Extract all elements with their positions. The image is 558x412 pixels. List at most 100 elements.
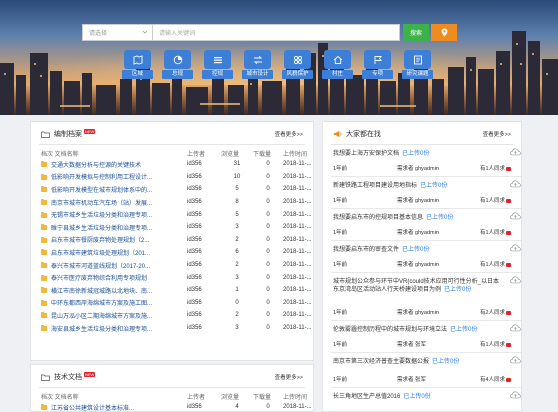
cloud-upload-icon[interactable]: [510, 276, 521, 284]
request-title[interactable]: 我想要启东市的审查文件: [333, 247, 399, 253]
doc-title-cell[interactable]: 泰兴市城市河道蓝线规划（2017-20...: [41, 259, 187, 272]
table-row[interactable]: 无锡市城乡生活垃圾分类和治理专项... id356 5 0 2018-11-...: [41, 208, 323, 221]
same-request-count[interactable]: 有4人同求: [480, 377, 505, 383]
request-item[interactable]: 长三角地区生产总值2016 已上传0份: [331, 388, 521, 412]
cloud-upload-icon[interactable]: [510, 212, 521, 220]
table-row[interactable]: 睢宁县城乡生活垃圾分类和治理专项... id356 3 0 2018-11-...: [41, 221, 323, 234]
doc-title[interactable]: 启东市城市餐厨废弃物处理规划（2...: [51, 238, 149, 244]
doc-title[interactable]: 南京市城市机动车汽车场（站）发展...: [51, 201, 152, 207]
request-item[interactable]: 伦敦雾霾控制历程中的城市规划与环境立法 已上传0份 1年前 需求者 张军 有1人同求: [331, 321, 521, 353]
same-request-count[interactable]: 有1人同求: [480, 262, 505, 268]
table-row[interactable]: 横江市南徐新城冠城路以北地块、南... id356 1 0 2018-11-...: [41, 284, 323, 297]
doc-title-cell[interactable]: 低影响开发模型在城市规划体系中的...: [41, 183, 187, 196]
table-row[interactable]: 泰兴市城市河道蓝线规划（2017-20... id356 2 0 2018-11-...: [41, 259, 323, 272]
view-more-link[interactable]: 查看更多>>: [275, 373, 303, 381]
doc-title[interactable]: 横江市南徐新城冠城路以北地块、南...: [51, 289, 152, 295]
doc-title[interactable]: 昆山万泓小区二期海绵城市方案及施...: [51, 314, 152, 320]
same-request-count[interactable]: 有1人同求: [480, 342, 505, 348]
doc-title-cell[interactable]: 启东市城市建筑垃圾处理规划（201...: [41, 246, 187, 259]
location-button[interactable]: [431, 24, 457, 41]
category-item[interactable]: 区域: [122, 50, 153, 79]
doc-title-cell[interactable]: 交通大数据分析与控源的关键技术: [41, 158, 187, 171]
category-item[interactable]: 专项: [362, 50, 393, 79]
doc-title-cell[interactable]: 南京市城市机动车汽车场（站）发展...: [41, 196, 187, 209]
doc-title-cell[interactable]: 泰兴市医疗废弃物综合利用专项规划: [41, 271, 187, 284]
doc-title[interactable]: 启东市城市建筑垃圾处理规划（201...: [51, 251, 150, 257]
request-item[interactable]: 我想要启东市的控规项目基本信息 已上传0份 1年前 需求者 ghyadmin 有1人同求: [331, 209, 521, 241]
table-row[interactable]: 昆山万泓小区二期海绵城市方案及施... id356 2 0 2018-11-...: [41, 309, 323, 322]
doc-title[interactable]: 泰兴市医疗废弃物综合利用专项规划: [51, 276, 147, 282]
doc-title-cell[interactable]: 昆山万泓小区二期海绵城市方案及施...: [41, 309, 187, 322]
table-row[interactable]: 低影响开发模拟与控制利用工程设计... id356 10 0 2018-11-...: [41, 171, 323, 184]
request-item[interactable]: 南京市第三次经济普查主要数据公报 已上传0份 1年前 需求者 张军 有4人同求: [331, 353, 521, 388]
request-title[interactable]: 南京市第三次经济普查主要数据公报: [333, 359, 429, 365]
same-request-count-wrap[interactable]: 有2人同求: [463, 308, 511, 316]
view-more-link[interactable]: 查看更多>>: [275, 130, 303, 138]
cloud-upload-icon[interactable]: [510, 180, 521, 188]
doc-title[interactable]: 睢宁县城乡生活垃圾分类和治理专项...: [51, 226, 152, 232]
same-request-count-wrap[interactable]: 有1人同求: [463, 260, 511, 268]
same-request-count[interactable]: 有2人同求: [480, 310, 505, 316]
same-request-count[interactable]: 有1人同求: [480, 198, 505, 204]
request-title[interactable]: 长三角地区生产总值2016: [333, 394, 400, 400]
category-item[interactable]: 控规: [202, 50, 233, 79]
table-row[interactable]: 交通大数据分析与控源的关键技术 id356 31 0 2018-11-...: [41, 158, 323, 171]
request-title[interactable]: 新建铁路工程项目建设用地指标: [333, 183, 417, 189]
table-row[interactable]: 中环东都西岸海绵城市方案及施工图... id356 0 0 2018-11-...: [41, 297, 323, 310]
doc-title[interactable]: 低影响开发模拟与控制利用工程设计...: [51, 175, 152, 181]
category-item[interactable]: 城市设计: [242, 50, 273, 79]
request-title[interactable]: 伦敦雾霾控制历程中的城市规划与环境立法: [333, 327, 447, 333]
request-item[interactable]: 我想要上海万安保护文档 已上传0份 1年前 需求者 ghyadmin 有1人同求: [331, 145, 521, 177]
doc-title-cell[interactable]: 中环东都西岸海绵城市方案及施工图...: [41, 297, 187, 310]
request-item[interactable]: 城市规划公众参与环节中VR(could技术应用可行性分析_以日本东京湾岛区活动站…: [331, 273, 521, 321]
view-more-link[interactable]: 查看更多>>: [483, 130, 511, 138]
category-select[interactable]: 请选择: [82, 24, 152, 41]
doc-title-cell[interactable]: 低影响开发模拟与控制利用工程设计...: [41, 171, 187, 184]
category-item[interactable]: 风貌保护: [282, 50, 313, 79]
same-request-count-wrap[interactable]: 有1人同求: [463, 196, 511, 204]
doc-title[interactable]: 海安县城乡生活垃圾分类和治理专项...: [51, 327, 152, 333]
doc-title-cell[interactable]: 海安县城乡生活垃圾分类和治理专项...: [41, 322, 187, 335]
table-row[interactable]: 南京市城市机动车汽车场（站）发展... id356 8 0 2018-11-...: [41, 196, 323, 209]
doc-title-cell[interactable]: 启东市城市餐厨废弃物处理规划（2...: [41, 234, 187, 247]
request-title[interactable]: 我想要上海万安保护文档: [333, 151, 399, 157]
doc-title[interactable]: 泰兴市城市河道蓝线规划（2017-20...: [51, 264, 150, 270]
request-item[interactable]: 我想要启东市的审查文件 已上传0份 1年前 需求者 ghyadmin 有1人同求: [331, 241, 521, 273]
doc-title-cell[interactable]: 横江市南徐新城冠城路以北地块、南...: [41, 284, 187, 297]
same-request-count[interactable]: 有1人同求: [480, 166, 505, 172]
doc-title[interactable]: 江苏省公共建筑设计基本标准...: [51, 406, 134, 412]
table-row[interactable]: 启东市城市建筑垃圾处理规划（201... id356 6 0 2018-11-...: [41, 246, 323, 259]
table-row[interactable]: 江苏省公共建筑设计基本标准... id356 4 0 2018-11-...: [41, 401, 323, 412]
category-item[interactable]: 研究课题: [402, 50, 433, 79]
table-row[interactable]: 泰兴市医疗废弃物综合利用专项规划 id356 3 0 2018-11-...: [41, 271, 323, 284]
downloads-cell: 0: [266, 274, 270, 281]
same-request-count-wrap[interactable]: 有1人同求: [463, 164, 511, 172]
date-cell: 2018-11-...: [283, 173, 312, 180]
search-button[interactable]: 搜索: [403, 24, 429, 41]
cloud-upload-icon[interactable]: [510, 148, 521, 156]
doc-title-cell[interactable]: 江苏省公共建筑设计基本标准...: [41, 401, 187, 412]
doc-title[interactable]: 中环东都西岸海绵城市方案及施工图...: [51, 301, 152, 307]
cloud-upload-icon[interactable]: [510, 391, 521, 399]
request-title[interactable]: 城市规划公众参与环节中VR(could技术应用可行性分析_以日本东京湾岛区活动站…: [333, 279, 499, 293]
doc-title[interactable]: 交通大数据分析与控源的关键技术: [51, 163, 141, 169]
category-item[interactable]: 村庄: [322, 50, 353, 79]
category-item[interactable]: 总规: [162, 50, 193, 79]
keyword-input[interactable]: 请输入关键词: [152, 24, 400, 41]
doc-title-cell[interactable]: 无锡市城乡生活垃圾分类和治理专项...: [41, 208, 187, 221]
same-request-count[interactable]: 有1人同求: [480, 230, 505, 236]
doc-title[interactable]: 低影响开发模型在城市规划体系中的...: [51, 188, 152, 194]
table-row[interactable]: 海安县城乡生活垃圾分类和治理专项... id356 3 0 2018-11-...: [41, 322, 323, 335]
same-request-count-wrap[interactable]: 有4人同求: [463, 375, 511, 383]
doc-title[interactable]: 无锡市城乡生活垃圾分类和治理专项...: [51, 213, 152, 219]
cloud-upload-icon[interactable]: [510, 356, 521, 364]
doc-title-cell[interactable]: 睢宁县城乡生活垃圾分类和治理专项...: [41, 221, 187, 234]
cloud-upload-icon[interactable]: [510, 244, 521, 252]
same-request-count-wrap[interactable]: 有1人同求: [463, 340, 511, 348]
table-row[interactable]: 低影响开发模型在城市规划体系中的... id356 5 0 2018-11-...: [41, 183, 323, 196]
table-row[interactable]: 启东市城市餐厨废弃物处理规划（2... id356 2 0 2018-11-...: [41, 234, 323, 247]
cloud-upload-icon[interactable]: [510, 324, 521, 332]
same-request-count-wrap[interactable]: 有1人同求: [463, 228, 511, 236]
request-title[interactable]: 我想要启东市的控规项目基本信息: [333, 215, 423, 221]
request-item[interactable]: 新建铁路工程项目建设用地指标 已上传0份 1年前 需求者 ghyadmin 有1人同求: [331, 177, 521, 209]
